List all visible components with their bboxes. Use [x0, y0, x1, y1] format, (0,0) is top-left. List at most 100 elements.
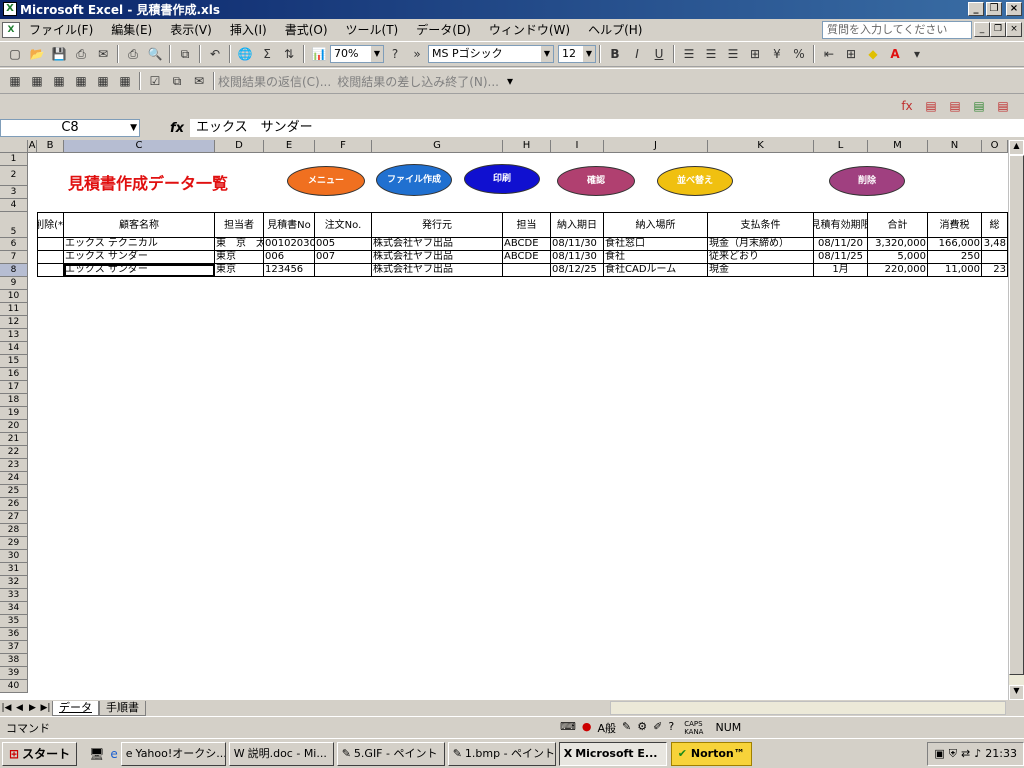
menu-tools[interactable]: ツール(T) [337, 20, 408, 40]
row-header-33[interactable]: 33 [0, 589, 28, 602]
column-header-K[interactable]: K [708, 140, 814, 153]
menu-file[interactable]: ファイル(F) [20, 20, 102, 40]
close-button[interactable]: × [1006, 2, 1022, 16]
input-mode-icon[interactable]: A般 [598, 720, 617, 736]
menu-edit[interactable]: 編集(E) [102, 20, 161, 40]
row-header-24[interactable]: 24 [0, 472, 28, 485]
table-cell[interactable]: 株式会社ヤフ出品 [372, 238, 503, 251]
chart-wizard-icon[interactable]: 📊 [309, 44, 329, 64]
italic-icon[interactable]: I [627, 44, 647, 64]
task-yahoo[interactable]: e Yahoo!オークシ... [120, 741, 226, 766]
shield-icon[interactable]: ⛨ [949, 747, 957, 761]
delete-comment-icon[interactable]: ▦ [115, 71, 135, 91]
row-header-39[interactable]: 39 [0, 667, 28, 680]
sort-button[interactable]: 並べ替え [657, 166, 733, 196]
menu-view[interactable]: 表示(V) [161, 20, 221, 40]
scrollbar-thumb[interactable] [1009, 155, 1024, 675]
new-icon[interactable]: ▢ [5, 44, 25, 64]
task-paint-gif[interactable]: ✎ 5.GIF - ペイント [336, 741, 445, 766]
copy-icon[interactable]: ⧉ [175, 44, 195, 64]
table-cell[interactable]: 食社CADルーム [604, 264, 708, 277]
insert-function-icon[interactable]: fx [897, 96, 917, 116]
table-cell[interactable]: 1月 [814, 264, 868, 277]
first-sheet-icon[interactable]: |◀ [0, 703, 13, 713]
vertical-scrollbar[interactable]: ▲ ▼ [1008, 140, 1024, 700]
workbook-icon[interactable]: X [2, 22, 20, 38]
table-cell[interactable]: 005 [315, 238, 372, 251]
column-header-A[interactable]: A [28, 140, 37, 153]
sheet-icon[interactable]: ▤ [945, 96, 965, 116]
row-header-7[interactable]: 7 [0, 251, 28, 264]
row-header-27[interactable]: 27 [0, 511, 28, 524]
row-header-3[interactable]: 3 [0, 186, 28, 199]
row-header-14[interactable]: 14 [0, 342, 28, 355]
row-header-11[interactable]: 11 [0, 303, 28, 316]
spreadsheet-grid[interactable]: ABCDEFGHIJKLMNO 1 2 3 4 5 6 7 8 9 10 11 12 13 14 15 16 1… [0, 140, 1024, 700]
borders-icon[interactable]: ⊞ [841, 44, 861, 64]
keyboard-icon[interactable]: ⌨ [560, 720, 576, 736]
menu-format[interactable]: 書式(O) [276, 20, 337, 40]
decrease-indent-icon[interactable]: ⇤ [819, 44, 839, 64]
column-header-C[interactable]: C [64, 140, 215, 153]
help-icon[interactable]: ? [385, 44, 405, 64]
row-header-5[interactable]: 5 [0, 212, 28, 238]
table-cell[interactable] [37, 251, 64, 264]
row-header-32[interactable]: 32 [0, 576, 28, 589]
table-cell[interactable]: 3,320,000 [868, 238, 928, 251]
network-icon[interactable]: ⇄ [961, 747, 970, 760]
error-check-icon[interactable]: ▤ [993, 96, 1013, 116]
scroll-up-icon[interactable]: ▲ [1009, 140, 1024, 155]
row-header-37[interactable]: 37 [0, 641, 28, 654]
print-preview-icon[interactable]: 🔍 [145, 44, 165, 64]
menu-data[interactable]: データ(D) [407, 20, 480, 40]
menu-insert[interactable]: 挿入(I) [221, 20, 276, 40]
last-sheet-icon[interactable]: ▶| [39, 703, 52, 713]
table-cell[interactable]: 東京 [215, 264, 264, 277]
column-header-N[interactable]: N [928, 140, 982, 153]
currency-icon[interactable]: ¥ [767, 44, 787, 64]
font-color-icon[interactable]: A [885, 44, 905, 64]
table-cell[interactable]: 220,000 [868, 264, 928, 277]
mail-icon[interactable]: ✉ [93, 44, 113, 64]
next-sheet-icon[interactable]: ▶ [26, 703, 39, 713]
row-header-23[interactable]: 23 [0, 459, 28, 472]
align-left-icon[interactable]: ☰ [679, 44, 699, 64]
table-cell[interactable]: 08/11/30 [551, 251, 604, 264]
print-icon[interactable]: ⎙ [123, 44, 143, 64]
restore-button[interactable]: ❐ [986, 2, 1002, 16]
row-header-20[interactable]: 20 [0, 420, 28, 433]
table-cell[interactable]: 08/12/25 [551, 264, 604, 277]
table-cell[interactable]: 東 京 太 [215, 238, 264, 251]
align-right-icon[interactable]: ☰ [723, 44, 743, 64]
toolbar-options-icon[interactable]: ▾ [907, 44, 927, 64]
table-cell[interactable]: 250 [928, 251, 982, 264]
new-comment-icon[interactable]: ▦ [5, 71, 25, 91]
table-cell[interactable]: エックス テクニカル [64, 238, 215, 251]
ime-icon[interactable]: ● [582, 720, 592, 736]
ie-icon[interactable]: e [110, 747, 117, 761]
row-header-8[interactable]: 8 [0, 264, 28, 277]
row-header-4[interactable]: 4 [0, 199, 28, 212]
zoom-select[interactable]: 70% ▼ [330, 45, 384, 63]
table-cell[interactable] [315, 264, 372, 277]
next-comment-icon[interactable]: ▦ [49, 71, 69, 91]
tab-data[interactable]: データ [52, 700, 99, 716]
volume-icon[interactable]: ♪ [974, 747, 981, 760]
review-end-button[interactable]: 校閲結果の差し込み終了(N)... [337, 73, 499, 90]
table-cell[interactable]: 006 [264, 251, 315, 264]
row-header-29[interactable]: 29 [0, 537, 28, 550]
column-header-J[interactable]: J [604, 140, 708, 153]
create-task-icon[interactable]: ☑ [145, 71, 165, 91]
tools-icon[interactable]: ⚙ [637, 720, 647, 736]
font-select[interactable]: MS Pゴシック ▼ [428, 45, 554, 63]
row-header-15[interactable]: 15 [0, 355, 28, 368]
row-header-13[interactable]: 13 [0, 329, 28, 342]
tray-icon[interactable]: ▣ [934, 747, 944, 760]
permission-icon[interactable]: ⎙ [71, 44, 91, 64]
table-cell[interactable]: エックス サンダー [64, 251, 215, 264]
table-cell[interactable]: エックス サンダー [64, 264, 215, 277]
fill-color-icon[interactable]: ◆ [863, 44, 883, 64]
prev-comment-icon[interactable]: ▦ [27, 71, 47, 91]
column-header-H[interactable]: H [503, 140, 551, 153]
table-cell[interactable] [503, 264, 551, 277]
